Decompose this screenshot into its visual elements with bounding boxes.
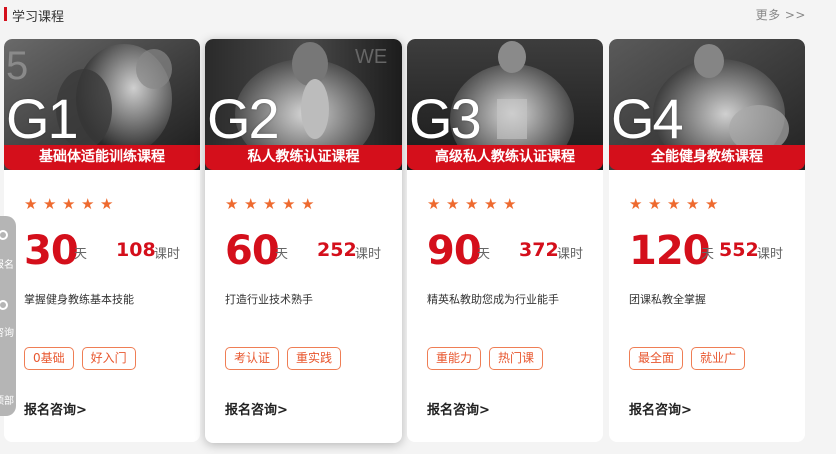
section-accent-bar bbox=[4, 7, 7, 21]
side-widget-item[interactable]: 顶部 bbox=[0, 392, 14, 407]
course-description: 掌握健身教练基本技能 bbox=[24, 293, 134, 306]
star-icon: ★ bbox=[81, 195, 95, 213]
course-code: G2 bbox=[207, 87, 280, 150]
course-description: 团课私教全掌握 bbox=[629, 293, 706, 306]
rating-stars: ★ ★ ★ ★ ★ bbox=[427, 195, 517, 213]
star-icon: ★ bbox=[503, 195, 517, 213]
enroll-consult-link[interactable]: 报名咨询> bbox=[24, 399, 87, 418]
course-hero-image: G4 全能健身教练课程 bbox=[609, 39, 805, 170]
course-card-g1[interactable]: 5 G1 基础体适能训练课程 ★ ★ ★ ★ ★ 30 天 108 课时 掌握健… bbox=[4, 39, 200, 442]
course-tags: 重能力 热门课 bbox=[427, 347, 544, 370]
rating-stars: ★ ★ ★ ★ ★ bbox=[629, 195, 719, 213]
course-tag[interactable]: 最全面 bbox=[629, 347, 684, 370]
star-icon: ★ bbox=[446, 195, 460, 213]
section-header: 学习课程 更多 >> bbox=[0, 0, 836, 30]
side-widget-item[interactable]: 咨询 bbox=[0, 324, 14, 339]
course-tag[interactable]: 0基础 bbox=[24, 347, 74, 370]
course-name: 基础体适能训练课程 bbox=[4, 145, 200, 170]
course-hero-image: WE G2 私人教练认证课程 bbox=[205, 39, 402, 170]
course-card-g4[interactable]: G4 全能健身教练课程 ★ ★ ★ ★ ★ 120 天 552 课时 团课私教全… bbox=[609, 39, 805, 442]
course-name: 全能健身教练课程 bbox=[609, 145, 805, 170]
chat-icon bbox=[0, 300, 8, 310]
course-code: G3 bbox=[409, 87, 482, 150]
enroll-consult-link[interactable]: 报名咨询> bbox=[225, 399, 288, 418]
enroll-consult-link[interactable]: 报名咨询> bbox=[629, 399, 692, 418]
course-tag[interactable]: 热门课 bbox=[489, 347, 544, 370]
days-value: 90 bbox=[427, 228, 482, 274]
hours-unit: 课时 bbox=[757, 247, 784, 262]
rating-stars: ★ ★ ★ ★ ★ bbox=[24, 195, 114, 213]
course-description: 打造行业技术熟手 bbox=[225, 293, 313, 306]
course-tag[interactable]: 好入门 bbox=[81, 347, 136, 370]
star-icon: ★ bbox=[427, 195, 441, 213]
days-value: 30 bbox=[24, 228, 79, 274]
user-icon bbox=[0, 230, 8, 240]
floating-side-widget[interactable]: 报名 咨询 顶部 bbox=[0, 216, 16, 416]
star-icon: ★ bbox=[43, 195, 57, 213]
star-icon: ★ bbox=[484, 195, 498, 213]
course-code: G4 bbox=[611, 87, 684, 150]
more-link[interactable]: 更多 >> bbox=[756, 6, 806, 23]
course-tag[interactable]: 重能力 bbox=[427, 347, 482, 370]
star-icon: ★ bbox=[705, 195, 719, 213]
star-icon: ★ bbox=[686, 195, 700, 213]
hours-unit: 课时 bbox=[154, 247, 181, 262]
days-value: 60 bbox=[225, 228, 280, 274]
star-icon: ★ bbox=[244, 195, 258, 213]
star-icon: ★ bbox=[648, 195, 662, 213]
svg-text:5: 5 bbox=[6, 44, 28, 88]
star-icon: ★ bbox=[100, 195, 114, 213]
side-widget-item[interactable]: 报名 bbox=[0, 256, 14, 271]
course-stats: 60 天 252 课时 bbox=[225, 229, 395, 273]
hours-value: 552 bbox=[719, 239, 759, 261]
course-tag[interactable]: 就业广 bbox=[691, 347, 746, 370]
hours-value: 108 bbox=[116, 239, 156, 261]
course-hero-image: 5 G1 基础体适能训练课程 bbox=[4, 39, 200, 170]
course-name: 高级私人教练认证课程 bbox=[407, 145, 603, 170]
enroll-consult-link[interactable]: 报名咨询> bbox=[427, 399, 490, 418]
star-icon: ★ bbox=[465, 195, 479, 213]
hours-unit: 课时 bbox=[557, 247, 584, 262]
course-tag[interactable]: 考认证 bbox=[225, 347, 280, 370]
course-description: 精英私教助您成为行业能手 bbox=[427, 293, 559, 306]
star-icon: ★ bbox=[282, 195, 296, 213]
hours-unit: 课时 bbox=[355, 247, 382, 262]
star-icon: ★ bbox=[225, 195, 239, 213]
star-icon: ★ bbox=[629, 195, 643, 213]
course-name: 私人教练认证课程 bbox=[205, 145, 402, 170]
course-stats: 120 天 552 课时 bbox=[629, 229, 799, 273]
course-tag[interactable]: 重实践 bbox=[287, 347, 342, 370]
days-unit: 天 bbox=[74, 247, 88, 262]
course-card-g3[interactable]: G3 高级私人教练认证课程 ★ ★ ★ ★ ★ 90 天 372 课时 精英私教… bbox=[407, 39, 603, 442]
course-stats: 90 天 372 课时 bbox=[427, 229, 597, 273]
star-icon: ★ bbox=[263, 195, 277, 213]
course-tags: 考认证 重实践 bbox=[225, 347, 342, 370]
days-unit: 天 bbox=[275, 247, 289, 262]
star-icon: ★ bbox=[62, 195, 76, 213]
course-tags: 最全面 就业广 bbox=[629, 347, 746, 370]
svg-text:WE: WE bbox=[355, 46, 387, 68]
rating-stars: ★ ★ ★ ★ ★ bbox=[225, 195, 315, 213]
hours-value: 252 bbox=[317, 239, 357, 261]
days-unit: 天 bbox=[477, 247, 491, 262]
course-hero-image: G3 高级私人教练认证课程 bbox=[407, 39, 603, 170]
hours-value: 372 bbox=[519, 239, 559, 261]
course-stats: 30 天 108 课时 bbox=[24, 229, 194, 273]
course-tags: 0基础 好入门 bbox=[24, 347, 136, 370]
course-card-g2[interactable]: WE G2 私人教练认证课程 ★ ★ ★ ★ ★ 60 天 252 课时 打造行… bbox=[205, 39, 402, 443]
course-code: G1 bbox=[6, 87, 79, 150]
section-title: 学习课程 bbox=[12, 10, 65, 25]
star-icon: ★ bbox=[667, 195, 681, 213]
star-icon: ★ bbox=[301, 195, 315, 213]
star-icon: ★ bbox=[24, 195, 38, 213]
days-value: 120 bbox=[629, 228, 710, 274]
days-unit: 天 bbox=[701, 247, 715, 262]
